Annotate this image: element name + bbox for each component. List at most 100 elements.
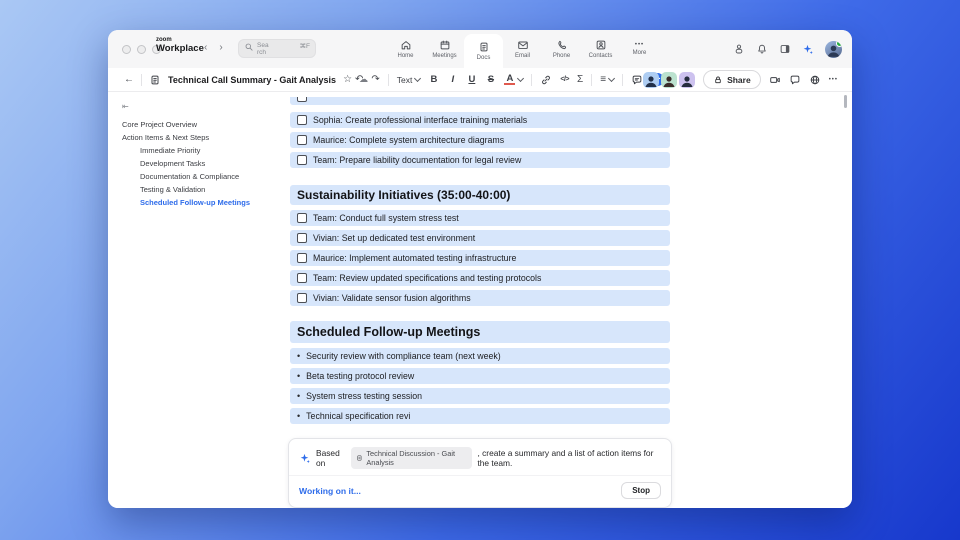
nav-tab-email[interactable]: Email (503, 30, 542, 68)
window-minimize-button[interactable] (137, 45, 146, 54)
ai-companion-sparkle-icon[interactable] (802, 43, 814, 55)
nav-tab-phone[interactable]: Phone (542, 30, 581, 68)
strikethrough-button[interactable]: S (485, 74, 496, 85)
comment-button[interactable] (631, 74, 643, 86)
outline-item-immediate-priority[interactable]: Immediate Priority (122, 144, 284, 157)
history-forward-button[interactable]: › (219, 42, 222, 53)
chat-button[interactable] (789, 74, 801, 86)
checkbox[interactable] (297, 115, 307, 125)
document-icon (151, 75, 159, 84)
video-camera-button[interactable] (769, 74, 781, 86)
checklist-item-label: Vivian: Validate sensor fusion algorithm… (313, 293, 471, 303)
checklist-item[interactable]: Team: Conduct full system stress test (290, 210, 670, 226)
checkbox[interactable] (297, 97, 307, 102)
section-heading-scheduled-meetings: Scheduled Follow-up Meetings (290, 321, 670, 343)
checkbox[interactable] (297, 273, 307, 283)
checklist-item[interactable]: Vivian: Validate sensor fusion algorithm… (290, 290, 670, 306)
link-button[interactable] (540, 74, 552, 86)
text-color-dropdown[interactable]: A (504, 74, 525, 85)
checklist-item-label: Vivian: Set up dedicated test environmen… (313, 233, 476, 243)
clipped-row (290, 97, 670, 106)
bullet-item[interactable]: • Security review with compliance team (… (290, 348, 670, 364)
checklist-item[interactable]: Team: Prepare liability documentation fo… (290, 152, 670, 168)
bullet-item[interactable]: • System stress testing session (290, 388, 670, 404)
outline-item-scheduled-meetings[interactable]: Scheduled Follow-up Meetings (122, 196, 284, 209)
zoom-workplace-window: zoom Workplace ‹ › Sea rch ⌘F Home Meeti… (108, 30, 852, 508)
ai-companion-panel: Based on Technical Discussion - Gait Ana… (288, 438, 672, 508)
outline-item-documentation-compliance[interactable]: Documentation & Compliance (122, 170, 284, 183)
email-icon (517, 41, 528, 49)
chevron-down-icon (414, 74, 422, 83)
outline-item-testing-validation[interactable]: Testing & Validation (122, 183, 284, 196)
formula-button[interactable]: Σ (577, 74, 583, 85)
search-shortcut: ⌘F (299, 43, 310, 50)
outline-item-action-items[interactable]: Action Items & Next Steps (122, 131, 284, 144)
side-panel-toggle-icon[interactable] (779, 43, 791, 55)
nav-tab-contacts[interactable]: Contacts (581, 30, 620, 68)
collapse-outline-icon[interactable]: ⇤ (122, 102, 284, 111)
nav-tab-home[interactable]: Home (386, 30, 425, 68)
checkbox[interactable] (297, 293, 307, 303)
bullet-item[interactable]: • Beta testing protocol review (290, 368, 670, 384)
checklist-item[interactable]: Maurice: Implement automated testing inf… (290, 250, 670, 266)
bullet-item[interactable]: • Technical specification revi (290, 408, 670, 424)
italic-button[interactable]: I (447, 74, 458, 85)
nav-tab-docs[interactable]: Docs (464, 34, 503, 68)
profile-card-icon[interactable] (733, 43, 745, 55)
section-heading-sustainability: Sustainability Initiatives (35:00-40:00) (290, 185, 670, 205)
checkbox[interactable] (297, 213, 307, 223)
source-doc-chip[interactable]: Technical Discussion - Gait Analysis (351, 447, 473, 469)
underline-button[interactable]: U (466, 74, 477, 85)
bullet-item-label: System stress testing session (306, 391, 423, 401)
presence-dot (836, 40, 842, 47)
more-options-button[interactable]: ••• (829, 77, 838, 83)
collaborator-avatar[interactable] (679, 71, 696, 88)
checklist-item[interactable]: Maurice: Complete system architecture di… (290, 132, 670, 148)
desktop-background: zoom Workplace ‹ › Sea rch ⌘F Home Meeti… (0, 0, 960, 540)
collaborator-avatars (643, 71, 696, 88)
checklist-item-label: Maurice: Complete system architecture di… (313, 135, 505, 145)
user-avatar[interactable] (825, 40, 842, 58)
bullet-icon: • (297, 391, 301, 401)
globe-language-button[interactable] (809, 74, 821, 86)
checklist-item[interactable]: Sophia: Create professional interface tr… (290, 112, 670, 128)
nav-tab-more[interactable]: ••• More (620, 30, 659, 68)
document-title: Technical Call Summary - Gait Analysis (168, 74, 337, 85)
checkbox[interactable] (297, 135, 307, 145)
primary-nav: Home Meetings Docs Email Phone Contacts … (386, 30, 659, 68)
checkbox[interactable] (297, 233, 307, 243)
bullet-icon: • (297, 411, 301, 421)
text-style-dropdown[interactable]: Text (397, 74, 422, 85)
ai-sparkle-icon (300, 453, 310, 464)
checklist-item[interactable]: Vivian: Set up dedicated test environmen… (290, 230, 670, 246)
notifications-bell-icon[interactable] (756, 43, 768, 55)
chevron-down-icon (607, 74, 616, 83)
history-back-button[interactable]: ‹ (204, 42, 207, 53)
redo-button[interactable]: ↷ (371, 74, 379, 85)
collaborator-avatar[interactable] (643, 71, 660, 88)
scrollbar-thumb[interactable] (844, 95, 847, 108)
search-placeholder: Sea rch (257, 42, 269, 56)
search-input[interactable]: Sea rch ⌘F (238, 39, 316, 58)
bold-button[interactable]: B (428, 74, 439, 85)
code-button[interactable]: </> (560, 76, 569, 83)
checkbox[interactable] (297, 155, 307, 165)
checklist-item-label: Team: Review updated specifications and … (313, 273, 542, 283)
outline-item-development-tasks[interactable]: Development Tasks (122, 157, 284, 170)
window-close-button[interactable] (122, 45, 131, 54)
back-button[interactable]: ← (124, 74, 134, 85)
prompt-prefix: Based on (316, 448, 340, 468)
checkbox[interactable] (297, 253, 307, 263)
share-button[interactable]: Share (703, 70, 761, 89)
person-icon (645, 75, 657, 87)
star-favorite-button[interactable]: ☆ (343, 74, 352, 85)
nav-tab-meetings[interactable]: Meetings (425, 30, 464, 68)
align-dropdown[interactable]: ≡ (600, 74, 616, 85)
outline-item-core-project-overview[interactable]: Core Project Overview (122, 118, 284, 131)
checklist-item[interactable]: Team: Review updated specifications and … (290, 270, 670, 286)
bullet-item-label: Security review with compliance team (ne… (306, 351, 501, 361)
undo-button[interactable]: ↶ (355, 74, 363, 85)
collaborator-avatar[interactable] (661, 71, 678, 88)
more-dots-icon: ••• (634, 42, 645, 48)
stop-button[interactable]: Stop (621, 482, 661, 499)
